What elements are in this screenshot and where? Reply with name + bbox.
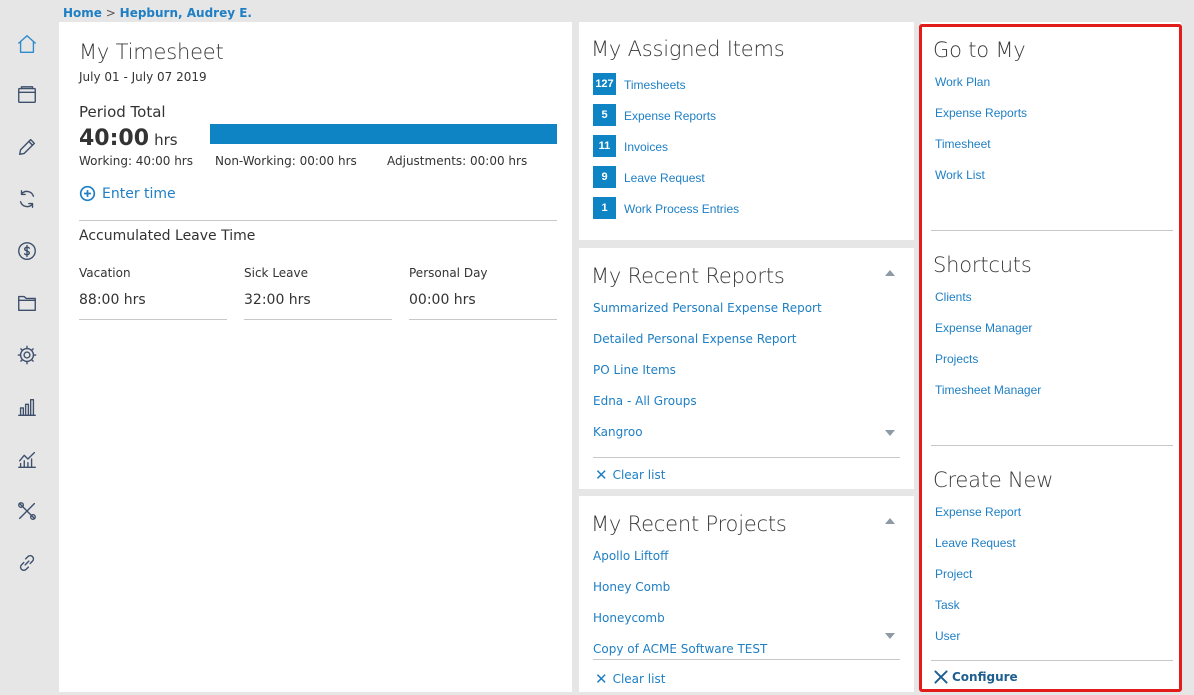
plus-circle-icon [79, 185, 96, 202]
report-link[interactable]: Edna - All Groups [593, 394, 697, 408]
wallet-icon[interactable] [14, 82, 40, 108]
clear-reports-button[interactable]: ✕ Clear list [595, 466, 665, 484]
badge-work-process: 1 [593, 197, 616, 219]
recent-projects-panel: My Recent Projects Apollo Liftoff Honey … [579, 496, 914, 692]
report-link[interactable]: Summarized Personal Expense Report [593, 301, 822, 315]
non-working-hours: Non-Working: 00:00 hrs [215, 154, 357, 168]
assigned-timesheets-link[interactable]: Timesheets [624, 78, 686, 92]
gear-icon[interactable] [14, 342, 40, 368]
sync-icon[interactable] [14, 186, 40, 212]
leave-label-vacation: Vacation [79, 266, 131, 280]
breadcrumb-home[interactable]: Home [63, 6, 102, 20]
assigned-invoices-link[interactable]: Invoices [624, 140, 668, 154]
assigned-leave-request-link[interactable]: Leave Request [624, 171, 705, 185]
project-link[interactable]: Copy of ACME Software TEST [593, 642, 767, 656]
divider [593, 457, 900, 458]
reports-title: My Recent Reports [591, 264, 785, 288]
projects-title: My Recent Projects [591, 512, 787, 536]
recent-reports-panel: My Recent Reports Summarized Personal Ex… [579, 248, 914, 489]
leave-label-sick: Sick Leave [244, 266, 309, 280]
leave-value-vacation: 88:00 hrs [79, 292, 146, 308]
divider [244, 319, 392, 320]
folder-icon[interactable] [14, 290, 40, 316]
breadcrumb-current[interactable]: Hepburn, Audrey E. [120, 6, 252, 20]
collapse-icon[interactable] [885, 518, 895, 524]
leave-label-personal: Personal Day [409, 266, 488, 280]
breadcrumb-separator: > [105, 6, 116, 20]
timesheet-panel: My Timesheet July 01 - July 07 2019 Peri… [59, 22, 572, 692]
total-unit: hrs [154, 131, 178, 149]
collapse-icon[interactable] [885, 270, 895, 276]
period-total-label: Period Total [79, 103, 166, 121]
assigned-expense-reports-link[interactable]: Expense Reports [624, 109, 716, 123]
period-progress-fill [210, 124, 557, 144]
badge-leave-request: 9 [593, 166, 616, 188]
divider [409, 319, 557, 320]
report-link[interactable]: Kangroo [593, 425, 643, 439]
divider [593, 659, 900, 660]
sidebar [0, 0, 55, 695]
close-icon: ✕ [595, 466, 608, 484]
link-icon[interactable] [14, 550, 40, 576]
home-icon[interactable] [14, 31, 40, 57]
badge-invoices: 11 [593, 135, 616, 157]
pencil-icon[interactable] [14, 134, 40, 160]
leave-value-personal: 00:00 hrs [409, 292, 476, 308]
project-link[interactable]: Apollo Liftoff [593, 549, 668, 563]
enter-time-link[interactable]: Enter time [79, 185, 176, 202]
assigned-work-process-link[interactable]: Work Process Entries [624, 202, 739, 216]
badge-timesheets: 127 [593, 73, 616, 95]
period-total-value: 40:00 hrs [79, 126, 178, 151]
badge-expense-reports: 5 [593, 104, 616, 126]
clear-reports-label: Clear list [612, 468, 666, 482]
adjustment-hours: Adjustments: 00:00 hrs [387, 154, 528, 168]
breadcrumb: Home > Hepburn, Audrey E. [63, 6, 252, 20]
assigned-items-panel: My Assigned Items 127 Timesheets 5 Expen… [579, 22, 914, 240]
working-hours: Working: 40:00 hrs [79, 154, 193, 168]
line-chart-icon[interactable] [14, 446, 40, 472]
total-hours: 40:00 [79, 126, 150, 151]
leave-value-sick: 32:00 hrs [244, 292, 311, 308]
report-link[interactable]: PO Line Items [593, 363, 676, 377]
project-link[interactable]: Honeycomb [593, 611, 665, 625]
highlight-box [919, 24, 1182, 692]
close-icon: ✕ [595, 670, 608, 688]
timesheet-period: July 01 - July 07 2019 [79, 70, 207, 84]
assigned-title: My Assigned Items [591, 37, 785, 61]
bar-chart-icon[interactable] [14, 394, 40, 420]
tools-icon[interactable] [14, 498, 40, 524]
clear-projects-button[interactable]: ✕ Clear list [595, 670, 665, 688]
enter-time-label: Enter time [102, 185, 176, 202]
dollar-icon[interactable] [14, 238, 40, 264]
report-link[interactable]: Detailed Personal Expense Report [593, 332, 797, 346]
scroll-down-icon[interactable] [885, 430, 895, 436]
divider [79, 319, 227, 320]
clear-projects-label: Clear list [612, 672, 666, 686]
divider [79, 220, 557, 221]
period-progress-track [210, 124, 557, 144]
scroll-down-icon[interactable] [885, 633, 895, 639]
timesheet-title: My Timesheet [79, 40, 224, 64]
project-link[interactable]: Honey Comb [593, 580, 670, 594]
leave-title: Accumulated Leave Time [79, 228, 256, 244]
